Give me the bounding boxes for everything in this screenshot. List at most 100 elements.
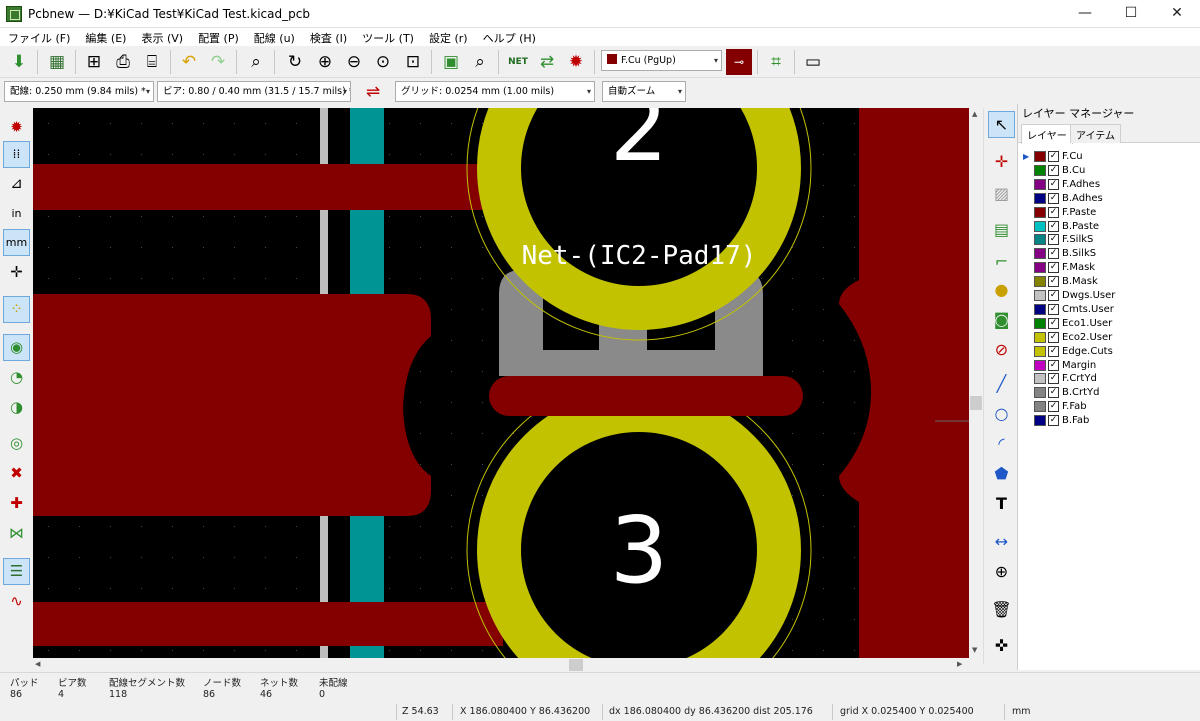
drc-bug-icon[interactable]: ✹ [563, 49, 589, 75]
scripting-console-icon[interactable]: ⌗ [763, 49, 789, 75]
menu-place[interactable]: 配置 (P) [190, 28, 246, 46]
layer-visibility-checkbox[interactable]: ✓ [1048, 373, 1059, 385]
layer-color-swatch[interactable] [1034, 151, 1046, 162]
zone-outline-icon[interactable]: ✚ [3, 490, 30, 517]
layer-color-swatch[interactable] [1034, 359, 1046, 371]
vias-sketch-icon[interactable]: ◔ [3, 364, 30, 391]
cursor-shape-icon[interactable]: ✛ [3, 259, 30, 286]
menu-edit[interactable]: 編集 (E) [77, 28, 133, 46]
layer-color-swatch[interactable] [1034, 373, 1046, 385]
select-arrow-icon[interactable]: ↖ [988, 111, 1015, 138]
layer-color-swatch[interactable] [1034, 164, 1046, 176]
track-width-select[interactable]: 配線: 0.250 mm (9.84 mils) * ▾ [4, 81, 154, 102]
add-zone-icon[interactable]: ◙ [988, 306, 1015, 333]
netlist-icon[interactable]: NET [505, 49, 531, 75]
layer-visibility-checkbox[interactable]: ✓ [1048, 220, 1059, 232]
add-dimension-icon[interactable]: ↔ [988, 528, 1015, 555]
scroll-down-icon[interactable]: ▼ [972, 646, 977, 654]
layer-visibility-checkbox[interactable]: ✓ [1048, 345, 1059, 357]
layer-visibility-checkbox[interactable]: ✓ [1048, 151, 1059, 162]
zoom-selection-icon[interactable]: ⊡ [400, 49, 426, 75]
plot-icon[interactable]: ⌸ [139, 49, 165, 75]
menu-preferences[interactable]: 設定 (r) [421, 28, 475, 46]
layer-color-swatch[interactable] [1034, 303, 1046, 315]
high-contrast-icon[interactable]: ☰ [3, 558, 30, 585]
page-settings-icon[interactable]: ▦ [44, 49, 70, 75]
add-arc-icon[interactable]: ◜ [988, 430, 1015, 457]
scroll-thumb[interactable] [569, 659, 583, 671]
print-icon[interactable]: ⎙ [110, 49, 136, 75]
layer-visibility-checkbox[interactable]: ✓ [1048, 387, 1059, 399]
keepout-area-icon[interactable]: ⊘ [988, 336, 1015, 363]
layer-color-swatch[interactable] [1034, 387, 1046, 399]
menu-help[interactable]: ヘルプ (H) [475, 28, 543, 46]
drc-markers-icon[interactable]: ✹ [3, 114, 30, 141]
layer-color-swatch[interactable] [1034, 345, 1046, 357]
layer-color-swatch[interactable] [1034, 415, 1046, 427]
add-polygon-icon[interactable]: ⬟ [988, 460, 1015, 487]
layer-visibility-checkbox[interactable]: ✓ [1048, 331, 1059, 343]
layer-color-swatch[interactable] [1034, 192, 1046, 204]
vertical-scrollbar[interactable]: ▲ ▼ [969, 108, 983, 658]
add-target-icon[interactable]: ⊕ [988, 558, 1015, 585]
zoom-out-icon[interactable]: ⊖ [341, 49, 367, 75]
tracks-sketch-icon[interactable]: ◑ [3, 394, 30, 421]
pads-sketch-icon[interactable]: ◉ [3, 334, 30, 361]
zone-display-icon[interactable]: ◎ [3, 430, 30, 457]
layer-visibility-checkbox[interactable]: ✓ [1048, 303, 1059, 315]
layer-visibility-checkbox[interactable]: ✓ [1048, 401, 1059, 413]
layer-color-swatch[interactable] [1034, 331, 1046, 343]
layer-visibility-checkbox[interactable]: ✓ [1048, 248, 1059, 260]
scroll-thumb[interactable] [970, 396, 982, 410]
add-via-icon[interactable]: ● [988, 276, 1015, 303]
zone-no-fill-icon[interactable]: ✖ [3, 460, 30, 487]
layer-color-swatch[interactable] [1034, 178, 1046, 190]
layer-visibility-checkbox[interactable]: ✓ [1048, 359, 1059, 371]
layer-visibility-checkbox[interactable]: ✓ [1048, 317, 1059, 329]
layer-color-swatch[interactable] [1034, 262, 1046, 274]
layer-color-swatch[interactable] [1034, 401, 1046, 413]
add-footprint-icon[interactable]: ▤ [988, 216, 1015, 243]
show-module-edges-icon[interactable]: ⋈ [3, 520, 30, 547]
track-width-auto-icon[interactable]: ⇌ [360, 79, 386, 105]
layer-visibility-checkbox[interactable]: ✓ [1048, 415, 1059, 427]
redo-icon[interactable]: ↷ [205, 49, 231, 75]
layer-visibility-checkbox[interactable]: ✓ [1048, 262, 1059, 274]
zoom-fit-icon[interactable]: ⊙ [370, 49, 396, 75]
microwave-tools-icon[interactable]: ∿ [3, 588, 30, 615]
maximize-button[interactable]: ☐ [1108, 0, 1154, 28]
print-preview-icon[interactable]: ⊞ [81, 49, 107, 75]
highlight-net-icon[interactable]: ✛ [988, 148, 1015, 175]
find-icon[interactable]: ⌕ [243, 49, 269, 75]
layer-visibility-checkbox[interactable]: ✓ [1048, 178, 1059, 190]
menu-view[interactable]: 表示 (V) [133, 28, 190, 46]
scroll-right-icon[interactable]: ▶ [957, 660, 962, 668]
layer-visibility-checkbox[interactable]: ✓ [1048, 164, 1059, 176]
zoom-in-icon[interactable]: ⊕ [312, 49, 338, 75]
zoom-select[interactable]: 自動ズーム ▾ [602, 81, 686, 102]
local-ratsnest-icon[interactable]: ▨ [988, 180, 1015, 207]
layer-visibility-checkbox[interactable]: ✓ [1048, 192, 1059, 204]
active-layer-select[interactable]: F.Cu (PgUp) ▾ [601, 50, 722, 71]
grid-toggle-icon[interactable]: ⁞⁞ [3, 141, 30, 168]
route-track-icon[interactable]: ⌐ [988, 248, 1015, 275]
refresh-icon[interactable]: ↻ [282, 49, 308, 75]
layer-color-swatch[interactable] [1034, 290, 1046, 301]
save-board-icon[interactable]: ⬇ [6, 49, 32, 75]
layer-color-swatch[interactable] [1034, 220, 1046, 232]
close-button[interactable]: ✕ [1154, 0, 1200, 28]
layer-visibility-checkbox[interactable]: ✓ [1048, 206, 1059, 218]
grid-select[interactable]: グリッド: 0.0254 mm (1.00 mils) ▾ [395, 81, 595, 102]
horizontal-scrollbar[interactable]: ◀ ▶ [33, 658, 969, 672]
undo-icon[interactable]: ↶ [176, 49, 202, 75]
pcb-canvas[interactable]: 2 3 Net-(IC2-Pad17) [33, 108, 969, 658]
add-line-icon[interactable]: ╱ [988, 370, 1015, 397]
layer-color-swatch[interactable] [1034, 234, 1046, 246]
add-circle-icon[interactable]: ○ [988, 400, 1015, 427]
tab-layers[interactable]: レイヤー [1021, 124, 1073, 144]
tab-items[interactable]: アイテム [1070, 124, 1121, 143]
layer-color-swatch[interactable] [1034, 317, 1046, 329]
layer-color-swatch[interactable] [1034, 248, 1046, 260]
polar-coords-icon[interactable]: ⊿ [3, 170, 30, 197]
update-pcb-icon[interactable]: ⇄ [534, 49, 560, 75]
